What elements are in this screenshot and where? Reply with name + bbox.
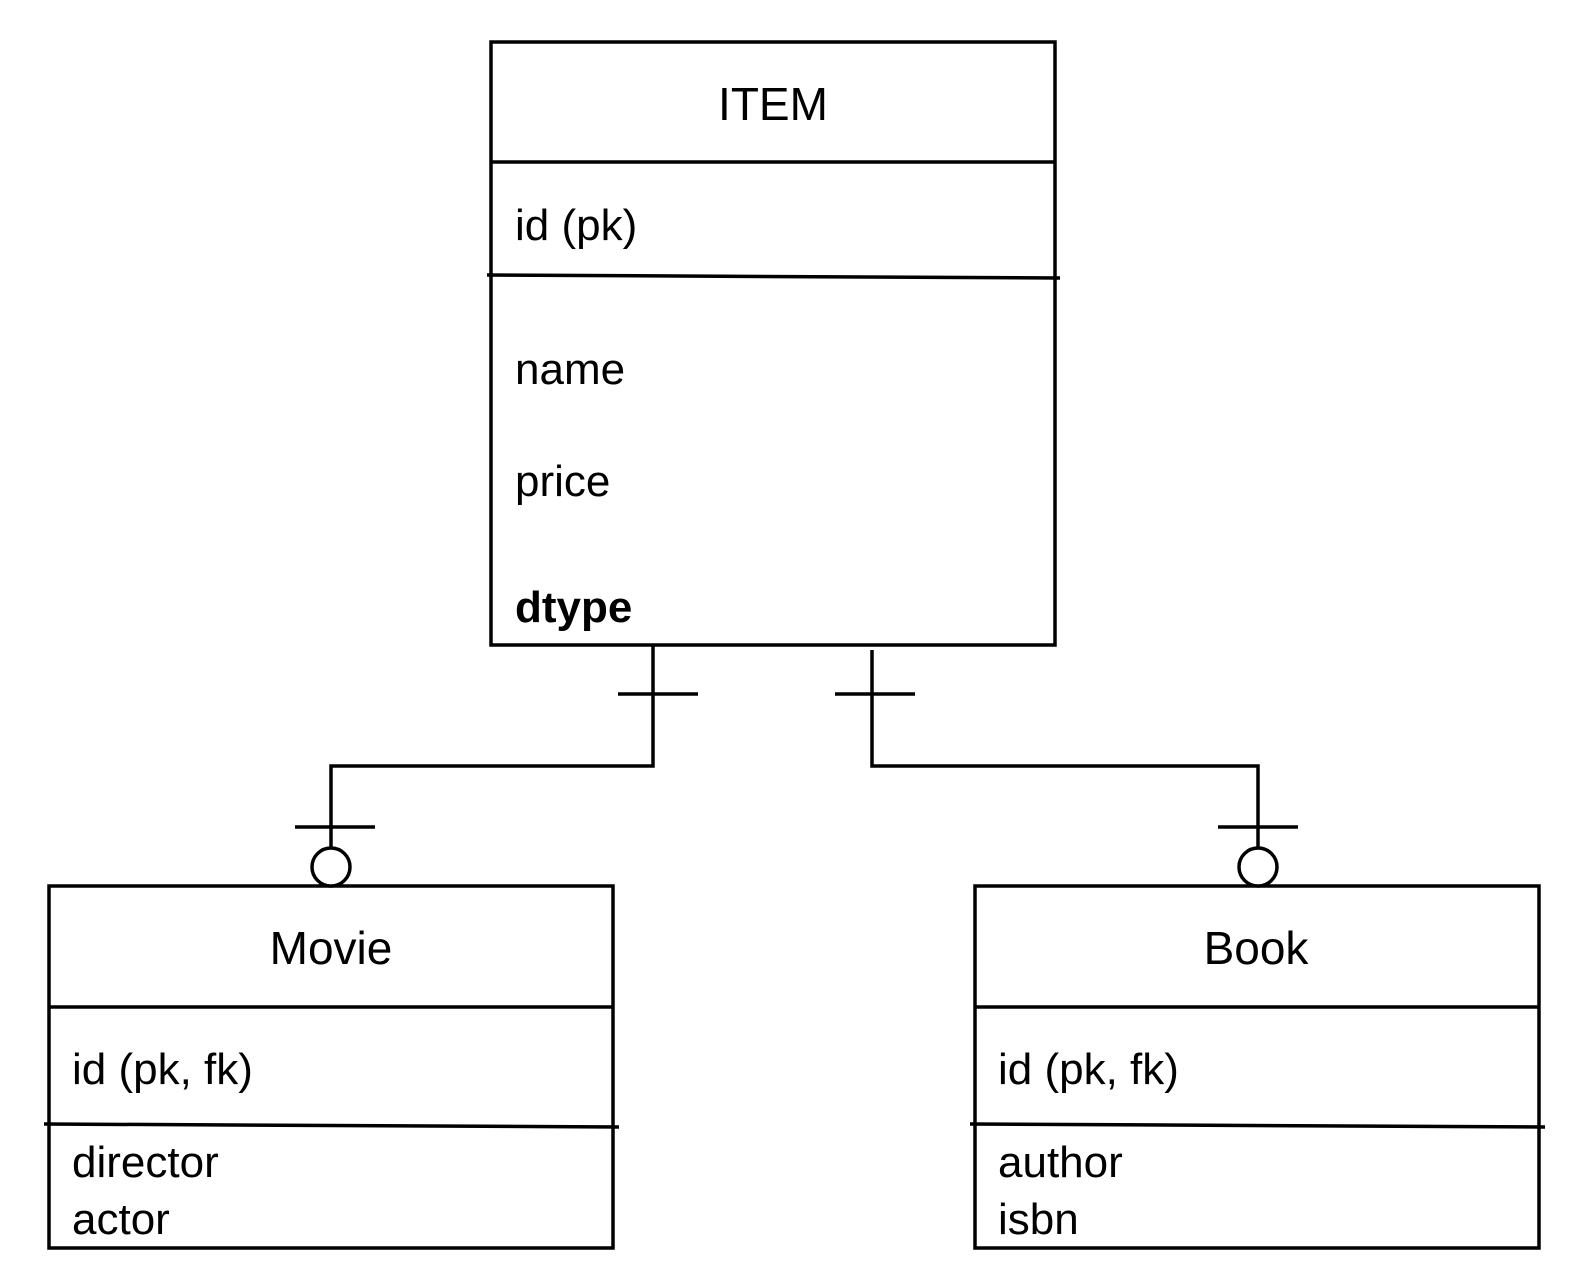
entity-book-attr-isbn: isbn bbox=[998, 1195, 1079, 1244]
cardinality-zero-circle-icon bbox=[310, 846, 352, 888]
entity-movie-title: Movie bbox=[270, 922, 393, 974]
er-diagram: ITEM id (pk) name price dtype Movie id (… bbox=[43, 40, 1546, 1250]
entity-movie[interactable]: Movie id (pk, fk) director actor bbox=[43, 884, 620, 1250]
entity-book-title: Book bbox=[1204, 922, 1310, 974]
relationship-item-movie-line bbox=[329, 645, 655, 866]
relationship-item-book[interactable] bbox=[835, 650, 1298, 888]
cardinality-zero-circle-icon bbox=[1237, 846, 1279, 888]
entity-item[interactable]: ITEM id (pk) name price dtype bbox=[486, 40, 1061, 647]
entity-item-key: id (pk) bbox=[515, 201, 637, 250]
entity-item-title: ITEM bbox=[718, 78, 828, 130]
entity-item-attr-name: name bbox=[515, 345, 625, 394]
entity-item-attr-price: price bbox=[515, 457, 610, 506]
entity-movie-attr-director: director bbox=[72, 1138, 219, 1187]
entity-book-attr-author: author bbox=[998, 1138, 1123, 1187]
entity-movie-attr-actor: actor bbox=[72, 1195, 170, 1244]
entity-book[interactable]: Book id (pk, fk) author isbn bbox=[969, 884, 1546, 1250]
relationship-item-book-line bbox=[870, 650, 1260, 866]
relationship-item-movie[interactable] bbox=[295, 645, 698, 888]
entity-movie-key: id (pk, fk) bbox=[72, 1045, 253, 1094]
entity-book-key: id (pk, fk) bbox=[998, 1045, 1179, 1094]
entity-item-box bbox=[489, 40, 1057, 647]
entity-item-discriminator: dtype bbox=[515, 583, 632, 632]
